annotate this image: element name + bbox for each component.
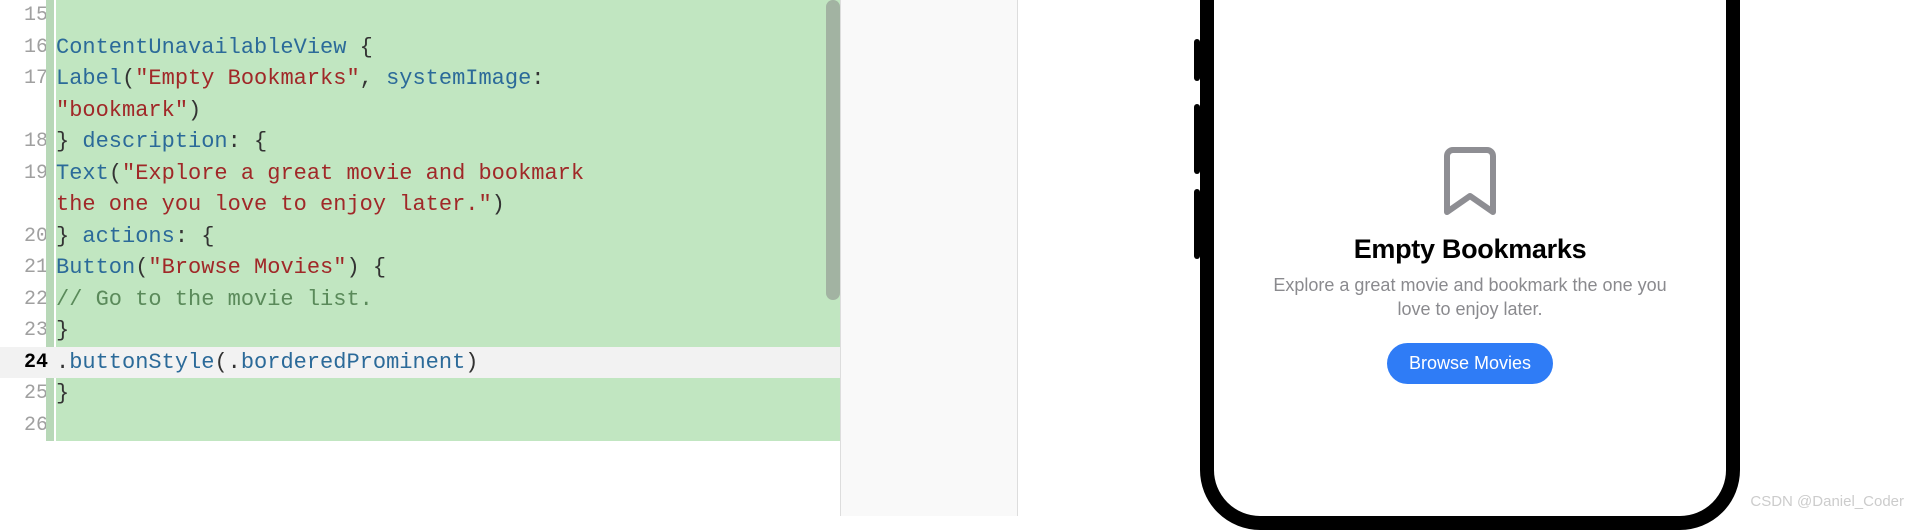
line-number: 24: [24, 351, 48, 374]
code-line[interactable]: Text("Explore a great movie and bookmark: [56, 158, 840, 190]
line-number: 25: [24, 382, 48, 405]
content-unavailable-view: Empty Bookmarks Explore a great movie an…: [1220, 146, 1720, 385]
line-number-gutter: 15 16 17 18 19 20 21 22 23 24 25 26: [0, 0, 56, 516]
code-content[interactable]: ContentUnavailableView { Label("Empty Bo…: [56, 0, 840, 516]
code-line[interactable]: }: [56, 315, 840, 347]
line-number: 21: [24, 256, 48, 279]
phone-simulator-frame: Empty Bookmarks Explore a great movie an…: [1200, 0, 1740, 530]
line-number: 18: [24, 130, 48, 153]
minimap-pane: [840, 0, 1018, 516]
code-line[interactable]: [56, 410, 840, 442]
line-number: 20: [24, 225, 48, 248]
line-number: 17: [24, 67, 48, 90]
code-line[interactable]: // Go to the movie list.: [56, 284, 840, 316]
code-line[interactable]: ContentUnavailableView {: [56, 32, 840, 64]
line-number: 23: [24, 319, 48, 342]
watermark-text: CSDN @Daniel_Coder: [1750, 493, 1904, 510]
phone-side-button: [1194, 189, 1200, 259]
empty-state-title: Empty Bookmarks: [1354, 234, 1587, 265]
line-number: 22: [24, 288, 48, 311]
bookmark-icon: [1443, 146, 1497, 216]
code-line[interactable]: the one you love to enjoy later."): [56, 189, 840, 221]
browse-movies-button[interactable]: Browse Movies: [1387, 343, 1553, 384]
phone-side-button: [1194, 104, 1200, 174]
code-line[interactable]: }: [56, 378, 840, 410]
line-number: 16: [24, 36, 48, 59]
code-line[interactable]: [56, 0, 840, 32]
code-line[interactable]: Button("Browse Movies") {: [56, 252, 840, 284]
line-number: 19: [24, 162, 48, 185]
scrollbar-vertical[interactable]: [826, 0, 840, 300]
preview-pane: Empty Bookmarks Explore a great movie an…: [1018, 0, 1922, 516]
empty-state-description: Explore a great movie and bookmark the o…: [1260, 273, 1680, 322]
phone-side-button: [1194, 39, 1200, 81]
code-line[interactable]: Label("Empty Bookmarks", systemImage:: [56, 63, 840, 95]
code-line-current[interactable]: .buttonStyle(.borderedProminent): [56, 347, 840, 379]
code-line[interactable]: } description: {: [56, 126, 840, 158]
code-line[interactable]: } actions: {: [56, 221, 840, 253]
code-editor-pane[interactable]: 15 16 17 18 19 20 21 22 23 24 25 26 Cont…: [0, 0, 840, 516]
code-line[interactable]: "bookmark"): [56, 95, 840, 127]
line-number: 15: [24, 4, 48, 27]
line-number: 26: [24, 414, 48, 437]
